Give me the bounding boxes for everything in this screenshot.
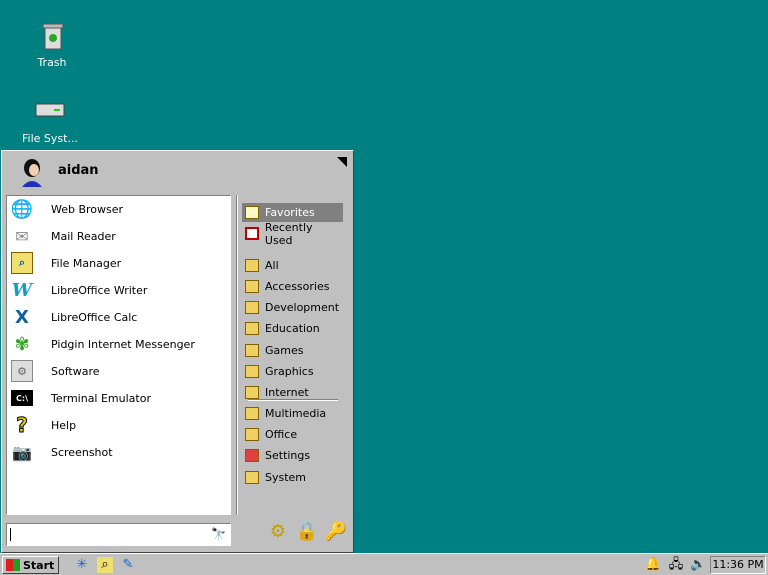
- category-development[interactable]: Development: [242, 298, 343, 317]
- start-button[interactable]: Start: [2, 556, 59, 574]
- search-input[interactable]: 🔭: [6, 523, 231, 546]
- envelope-icon: ✉: [15, 226, 29, 246]
- menu-corner-handle[interactable]: [337, 157, 347, 167]
- app-item-screenshot[interactable]: 📷 Screenshot: [11, 440, 226, 464]
- globe-icon: 🌐: [10, 198, 34, 220]
- app-item-file-manager[interactable]: ⌕ File Manager: [11, 251, 226, 275]
- app-item-help[interactable]: ? Help: [11, 413, 226, 438]
- taskbar: Start ✳ ⌕ ✎ 🔔 🖧 🔈 11:36 PM: [0, 553, 768, 575]
- camera-icon: 📷: [12, 442, 32, 462]
- start-menu: aidan 🌐 Web Browser ✉ Mail Reader ⌕ File Ma…: [1, 150, 354, 553]
- app-item-libreoffice-calc[interactable]: X LibreOffice Calc: [11, 305, 226, 329]
- app-item-software[interactable]: ⚙ Software: [11, 359, 226, 383]
- notification-bell-icon[interactable]: 🔔: [645, 557, 661, 573]
- app-item-pidgin[interactable]: ✾ Pidgin Internet Messenger: [11, 332, 226, 356]
- desktop-icon-label: Trash: [37, 56, 67, 69]
- desktop-icon-file-system[interactable]: File Syst...: [10, 96, 90, 145]
- folder-icon: [245, 365, 259, 378]
- key-icon: 🔑: [324, 521, 348, 542]
- category-favorites[interactable]: Favorites: [242, 203, 343, 222]
- folder-icon: [245, 322, 259, 335]
- category-all[interactable]: All: [242, 256, 343, 275]
- volume-icon[interactable]: 🔈: [690, 557, 706, 573]
- calc-icon: X: [15, 306, 29, 328]
- lock-icon: 🔒: [295, 521, 319, 542]
- settings-manager-button[interactable]: ⚙: [265, 521, 291, 547]
- star-icon: [245, 206, 259, 219]
- launcher-editor-icon[interactable]: ✎: [120, 557, 136, 573]
- desktop-icon-label: File Syst...: [22, 132, 78, 145]
- pidgin-icon: ✾: [14, 333, 30, 355]
- binoculars-icon[interactable]: 🔭: [211, 527, 226, 541]
- category-office[interactable]: Office: [242, 425, 343, 444]
- folder-icon: [245, 428, 259, 441]
- drive-icon: [34, 96, 66, 128]
- folder-icon: [245, 386, 259, 399]
- logout-button[interactable]: 🔑: [323, 521, 349, 547]
- user-avatar-icon: [20, 157, 44, 187]
- app-item-web-browser[interactable]: 🌐 Web Browser: [11, 197, 226, 221]
- network-icon[interactable]: 🖧: [668, 557, 684, 573]
- user-name: aidan: [58, 163, 99, 178]
- writer-icon: W: [11, 279, 33, 301]
- launcher-file-manager-icon[interactable]: ⌕: [97, 557, 113, 573]
- clock-icon: [245, 227, 259, 240]
- divider: [236, 195, 238, 515]
- app-item-terminal[interactable]: C:\ Terminal Emulator: [11, 386, 226, 410]
- help-icon: ?: [16, 413, 29, 438]
- category-multimedia[interactable]: Multimedia: [242, 404, 343, 423]
- folder-icon: [245, 407, 259, 420]
- category-graphics[interactable]: Graphics: [242, 362, 343, 381]
- category-accessories[interactable]: Accessories: [242, 277, 343, 296]
- folder-icon: [245, 344, 259, 357]
- software-icon: ⚙: [11, 360, 33, 382]
- clock[interactable]: 11:36 PM: [710, 556, 766, 574]
- category-settings[interactable]: Settings: [242, 446, 343, 465]
- desktop-icon-trash[interactable]: Trash: [12, 20, 92, 69]
- app-item-libreoffice-writer[interactable]: W LibreOffice Writer: [11, 278, 226, 302]
- app-item-mail-reader[interactable]: ✉ Mail Reader: [11, 224, 226, 248]
- trash-icon: [36, 20, 68, 52]
- folder-search-icon: ⌕: [11, 252, 33, 274]
- app-list: 🌐 Web Browser ✉ Mail Reader ⌕ File Manager …: [6, 195, 231, 515]
- folder-icon: [245, 471, 259, 484]
- category-recently-used[interactable]: Recently Used: [242, 221, 343, 247]
- launcher-network-icon[interactable]: ✳: [74, 557, 90, 573]
- terminal-icon: C:\: [11, 390, 33, 406]
- folder-icon: [245, 280, 259, 293]
- lock-screen-button[interactable]: 🔒: [294, 521, 320, 547]
- category-internet[interactable]: Internet: [242, 383, 343, 402]
- gear-icon: ⚙: [269, 521, 287, 542]
- start-logo-icon: [6, 559, 20, 571]
- text-caret: [10, 528, 11, 541]
- settings-icon: [245, 449, 259, 462]
- folder-icon: [245, 301, 259, 314]
- category-education[interactable]: Education: [242, 319, 343, 338]
- category-system[interactable]: System: [242, 468, 343, 487]
- category-games[interactable]: Games: [242, 341, 343, 360]
- folder-icon: [245, 259, 259, 272]
